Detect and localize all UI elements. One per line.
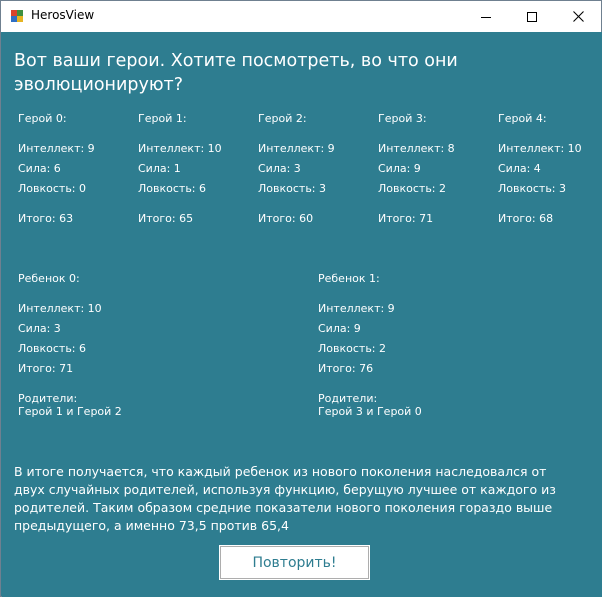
app-icon	[10, 9, 24, 23]
minimize-icon	[481, 16, 491, 18]
child-parents: Герой 1 и Герой 2	[18, 405, 122, 418]
hero-title: Герой 0:	[18, 112, 67, 125]
hero-total: Итого: 71	[378, 212, 434, 225]
hero-title: Герой 4:	[498, 112, 547, 125]
close-button[interactable]	[555, 1, 601, 32]
hero-agility: Ловкость: 6	[138, 182, 206, 195]
client-area: Вот ваши герои. Хотите посмотреть, во чт…	[2, 32, 602, 597]
hero-total: Итого: 60	[258, 212, 314, 225]
maximize-icon	[527, 11, 537, 22]
hero-intellect: Интеллект: 9	[258, 142, 335, 155]
hero-strength: Сила: 9	[378, 162, 421, 175]
child-parents: Герой 3 и Герой 0	[318, 405, 422, 418]
child-total: Итого: 76	[318, 362, 374, 375]
hero-intellect: Интеллект: 9	[18, 142, 95, 155]
child-intellect: Интеллект: 9	[318, 302, 395, 315]
hero-intellect: Интеллект: 10	[138, 142, 222, 155]
hero-title: Герой 3:	[378, 112, 427, 125]
hero-intellect: Интеллект: 10	[498, 142, 582, 155]
child-strength: Сила: 3	[18, 322, 61, 335]
summary-text: В итоге получается, что каждый ребенок и…	[14, 464, 556, 533]
hero-total: Итого: 63	[18, 212, 74, 225]
hero-intellect: Интеллект: 8	[378, 142, 455, 155]
child-intellect: Интеллект: 10	[18, 302, 102, 315]
child-parents-label: Родители:	[18, 392, 78, 405]
hero-agility: Ловкость: 3	[498, 182, 566, 195]
hero-agility: Ловкость: 2	[378, 182, 446, 195]
minimize-button[interactable]	[463, 1, 509, 32]
page-heading: Вот ваши герои. Хотите посмотреть, во чт…	[14, 51, 458, 95]
hero-strength: Сила: 3	[258, 162, 301, 175]
child-parents-label: Родители:	[318, 392, 378, 405]
hero-title: Герой 2:	[258, 112, 307, 125]
child-total: Итого: 71	[18, 362, 74, 375]
hero-agility: Ловкость: 3	[258, 182, 326, 195]
app-window: HerosView Вот ваши герои. Хотите посмотр…	[0, 0, 602, 597]
child-agility: Ловкость: 2	[318, 342, 386, 355]
repeat-button[interactable]: Повторить!	[219, 545, 370, 580]
hero-title: Герой 1:	[138, 112, 187, 125]
hero-strength: Сила: 6	[18, 162, 61, 175]
close-icon	[572, 11, 584, 22]
child-agility: Ловкость: 6	[18, 342, 86, 355]
title-bar[interactable]: HerosView	[1, 1, 601, 32]
child-title: Ребенок 0:	[18, 272, 80, 285]
hero-strength: Сила: 1	[138, 162, 181, 175]
hero-total: Итого: 65	[138, 212, 194, 225]
child-title: Ребенок 1:	[318, 272, 380, 285]
hero-total: Итого: 68	[498, 212, 554, 225]
window-title: HerosView	[31, 8, 95, 22]
child-strength: Сила: 9	[318, 322, 361, 335]
hero-agility: Ловкость: 0	[18, 182, 86, 195]
maximize-button[interactable]	[509, 1, 555, 32]
hero-strength: Сила: 4	[498, 162, 541, 175]
